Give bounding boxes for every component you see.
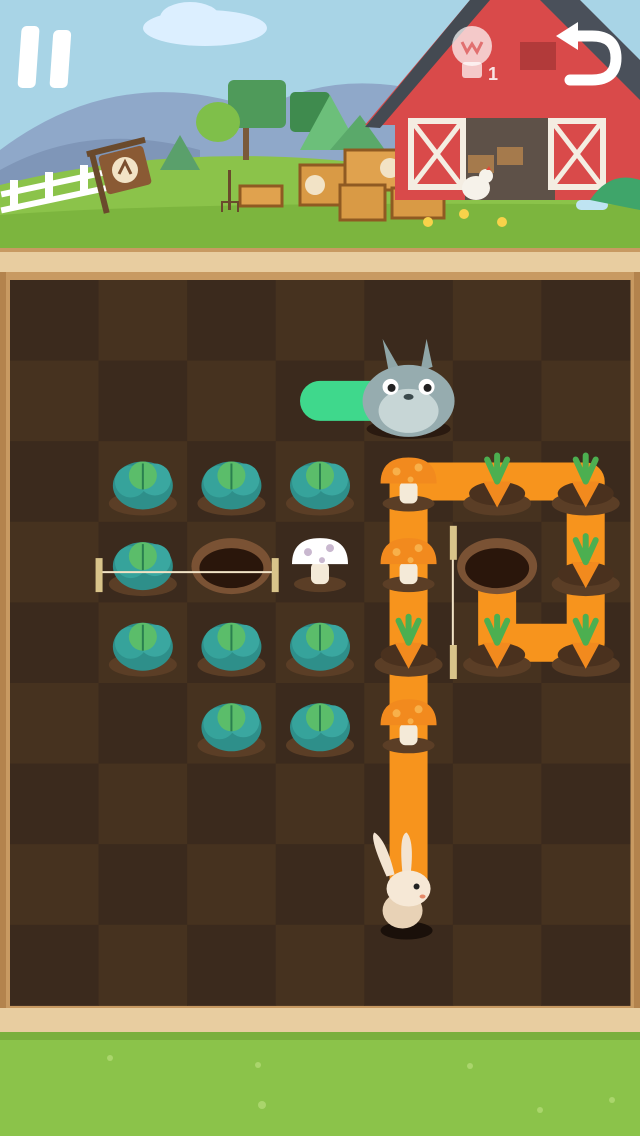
pause-icon (17, 26, 72, 88)
board-cell (187, 924, 277, 1006)
undo-button[interactable] (552, 22, 624, 88)
board-cell (452, 280, 542, 362)
hole-icon (457, 538, 538, 595)
pause-button[interactable] (16, 22, 80, 96)
board-cell (541, 683, 631, 765)
board-cell (10, 360, 100, 442)
board-cell (98, 683, 188, 765)
board-cell (187, 763, 277, 845)
board-cell (10, 521, 100, 603)
bottom-grass (0, 1032, 640, 1136)
hole-icon (191, 538, 272, 595)
board-cell (10, 763, 100, 845)
board-cell (275, 844, 365, 926)
game-scene (0, 0, 640, 1136)
board-cell (541, 763, 631, 845)
board-cell (187, 360, 277, 442)
board-cell (187, 280, 277, 362)
board-cell (541, 280, 631, 362)
undo-arrow-icon (556, 22, 622, 86)
board-cell (452, 360, 542, 442)
board-cell (10, 280, 100, 362)
board-cell (10, 844, 100, 926)
board-cell (541, 844, 631, 926)
board-cell (10, 924, 100, 1006)
board-cell (98, 844, 188, 926)
game-screen: 1 (0, 0, 640, 1136)
board-cell (187, 844, 277, 926)
board-cell (10, 602, 100, 684)
board-cell (541, 924, 631, 1006)
board-cell (98, 924, 188, 1006)
board-cell (98, 763, 188, 845)
board-cell (98, 360, 188, 442)
board-cell (10, 441, 100, 523)
board-cell (275, 924, 365, 1006)
hint-count: 1 (488, 64, 499, 84)
board-cell (452, 844, 542, 926)
board-cell (98, 280, 188, 362)
board-cell (10, 683, 100, 765)
board-cell (452, 763, 542, 845)
board-cell (275, 280, 365, 362)
board-cell (452, 924, 542, 1006)
board-cell (452, 683, 542, 765)
board-cell (275, 763, 365, 845)
farm-background (0, 0, 640, 260)
board-cell (541, 360, 631, 442)
board-cell (364, 280, 454, 362)
